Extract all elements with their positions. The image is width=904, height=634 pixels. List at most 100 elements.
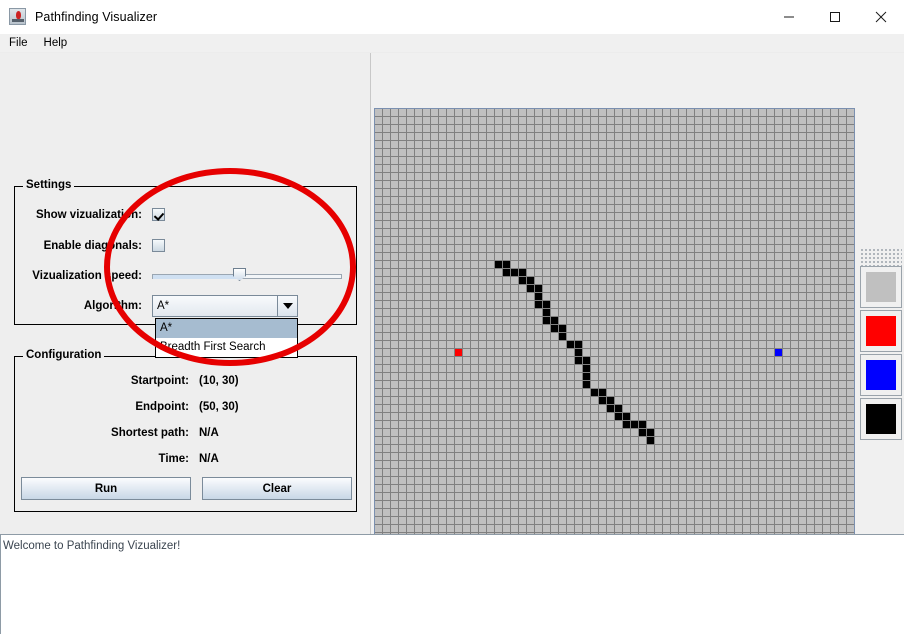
grid-cell-wall[interactable] [511,269,518,276]
grid-cell-end[interactable] [775,349,782,356]
grid-cell-wall[interactable] [639,429,646,436]
enable-diagonals-checkbox[interactable] [152,239,165,252]
grid-cell-wall[interactable] [647,437,654,444]
grid-cell-wall[interactable] [631,421,638,428]
color-palette-toolbar [858,106,904,587]
menu-bar: File Help [0,34,904,53]
algorithm-label: Algorithm: [83,300,142,312]
grid-cell-wall[interactable] [583,373,590,380]
grid-cell-wall[interactable] [599,389,606,396]
grid-cell-wall[interactable] [527,277,534,284]
close-icon[interactable] [858,0,904,34]
swatch-button-empty[interactable] [860,266,902,308]
grid-cell-wall[interactable] [535,293,542,300]
enable-diagonals-row: Enable diagonals: [14,239,165,252]
menu-item-help[interactable]: Help [37,36,75,50]
shortest-path-label: Shortest path: [111,427,189,439]
grid-cell-wall[interactable] [583,357,590,364]
title-bar: Pathfinding Visualizer [0,0,904,34]
swatch-button-wall[interactable] [860,398,902,440]
slider-thumb[interactable] [233,268,246,281]
algorithm-row: Algorithm: A* [14,295,298,317]
grid-cell-wall[interactable] [543,317,550,324]
grid-cell-wall[interactable] [495,261,502,268]
status-bar: Welcome to Pathfinding Vizualizer! [0,534,904,634]
grid-cell-wall[interactable] [583,381,590,388]
startpoint-row: Startpoint: (10, 30) [14,375,239,387]
grid-cell-wall[interactable] [647,429,654,436]
algorithm-combobox[interactable]: A* [152,295,298,317]
run-button[interactable]: Run [21,477,191,500]
settings-group-title: Settings [23,179,75,191]
shortest-path-value: N/A [199,427,219,439]
grid-cell-wall[interactable] [527,285,534,292]
swatch-color-start [866,316,896,346]
window-title: Pathfinding Visualizer [35,9,158,24]
grid-cell-wall[interactable] [639,421,646,428]
show-visualization-label: Show vizualization: [35,208,142,221]
grid-cell-wall[interactable] [599,397,606,404]
visualization-speed-slider[interactable] [152,266,342,286]
grid-canvas-container[interactable] [374,108,855,587]
swatch-button-end[interactable] [860,354,902,396]
application-window: Pathfinding Visualizer File Help Setting… [0,0,904,634]
drag-handle-icon[interactable] [860,248,902,266]
status-bar-edge [0,535,1,634]
grid-cell-wall[interactable] [559,325,566,332]
swatch-color-wall [866,404,896,434]
grid-cell-wall[interactable] [543,309,550,316]
configuration-group-title: Configuration [23,349,105,361]
grid-cell-wall[interactable] [519,269,526,276]
menu-item-file[interactable]: File [2,36,35,50]
startpoint-value: (10, 30) [199,375,239,387]
grid-cell-wall[interactable] [615,413,622,420]
java-app-icon [9,8,26,25]
controls-panel: Settings Show vizualization: Enable diag… [0,53,371,534]
swatch-color-end [866,360,896,390]
grid-cell-wall[interactable] [615,405,622,412]
endpoint-row: Endpoint: (50, 30) [14,401,238,413]
algorithm-option-bfs[interactable]: Breadth First Search [156,338,297,357]
shortest-path-row: Shortest path: N/A [14,427,219,439]
enable-diagonals-label: Enable diagonals: [43,239,142,252]
grid-cell-wall[interactable] [503,269,510,276]
show-visualization-row: Show vizualization: [14,208,165,221]
algorithm-option-astar[interactable]: A* [156,319,297,338]
grid-cell-wall[interactable] [535,301,542,308]
grid-cell-wall[interactable] [607,405,614,412]
startpoint-label: Startpoint: [130,375,189,387]
grid-cell-start[interactable] [455,349,462,356]
maximize-icon[interactable] [812,0,858,34]
minimize-icon[interactable] [766,0,812,34]
clear-button[interactable]: Clear [202,477,352,500]
grid-cell-wall[interactable] [575,357,582,364]
grid-cell-wall[interactable] [551,317,558,324]
grid-cell-wall[interactable] [567,341,574,348]
swatch-button-start[interactable] [860,310,902,352]
grid-cell-wall[interactable] [623,421,630,428]
grid-cell-wall[interactable] [543,301,550,308]
grid-cell-wall[interactable] [575,341,582,348]
time-value: N/A [199,453,219,465]
grid-cell-wall[interactable] [559,333,566,340]
algorithm-combobox-value[interactable]: A* [152,295,277,317]
time-label: Time: [158,453,189,465]
grid-cell-wall[interactable] [575,349,582,356]
show-visualization-checkbox[interactable] [152,208,165,221]
slider-fill [153,275,240,279]
grid-cell-wall[interactable] [535,285,542,292]
endpoint-label: Endpoint: [135,401,189,413]
visualization-speed-row: Vizualization speed: [14,266,342,286]
grid-cell-wall[interactable] [607,397,614,404]
grid-cell-wall[interactable] [583,365,590,372]
grid-cell-wall[interactable] [519,277,526,284]
grid-cell-wall[interactable] [623,413,630,420]
algorithm-dropdown-list[interactable]: A* Breadth First Search [155,318,298,358]
grid-cell-wall[interactable] [503,261,510,268]
chevron-down-icon[interactable] [277,295,298,317]
swatch-color-empty [866,272,896,302]
grid-cell-wall[interactable] [591,389,598,396]
pathfinding-grid[interactable] [375,109,854,586]
grid-cell-wall[interactable] [551,325,558,332]
visualization-speed-label: Vizualization speed: [32,270,142,282]
